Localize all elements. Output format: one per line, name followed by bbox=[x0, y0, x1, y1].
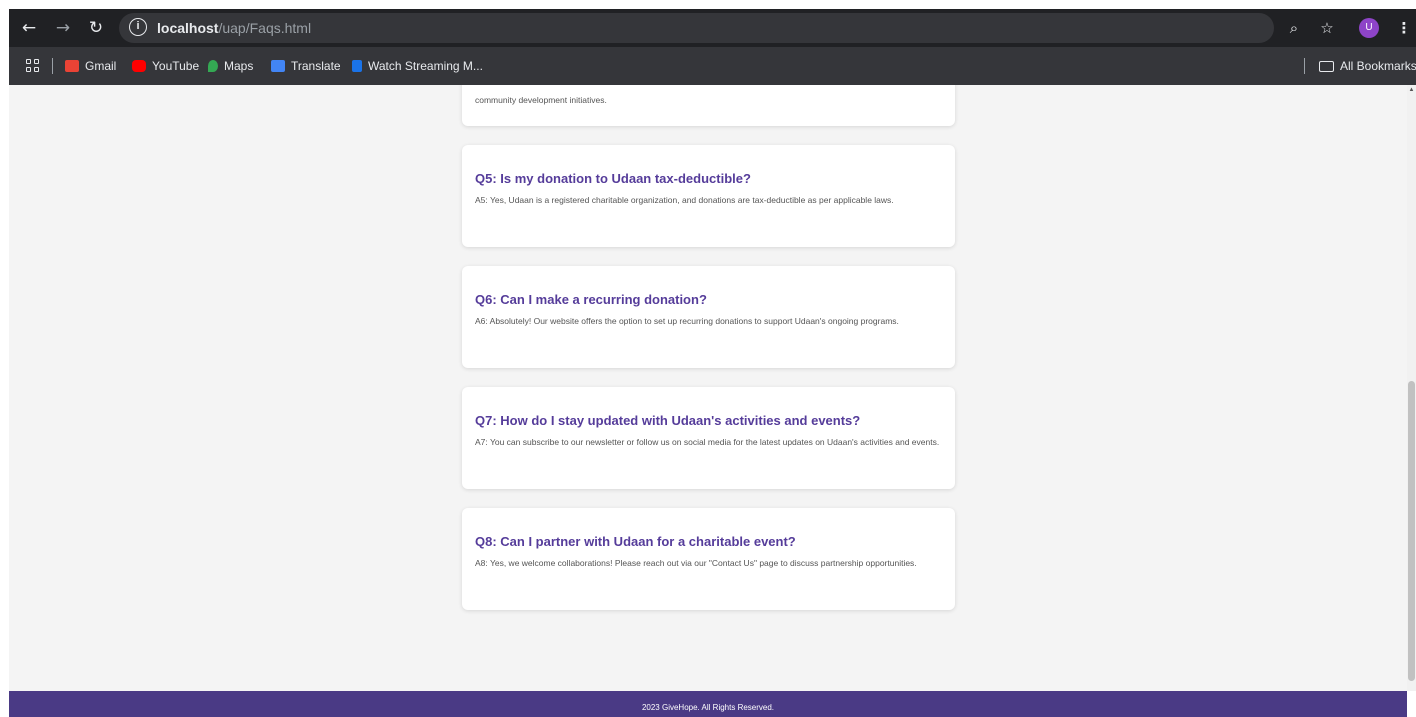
folder-icon bbox=[1319, 60, 1334, 72]
site-footer: 2023 GiveHope. All Rights Reserved. bbox=[9, 691, 1407, 717]
browser-chrome: ← → ↻ i localhost/uap/Faqs.html ⌕ ☆ U ⋮ … bbox=[9, 9, 1416, 85]
maps-pin-icon bbox=[208, 60, 218, 72]
streaming-site-icon bbox=[352, 60, 362, 72]
faq-card-partial: community development initiatives. bbox=[462, 85, 955, 126]
scrollbar-thumb[interactable] bbox=[1408, 381, 1415, 681]
youtube-icon bbox=[132, 60, 146, 72]
bookmarks-separator bbox=[1304, 58, 1305, 74]
url-path: /uap/Faqs.html bbox=[218, 20, 312, 36]
bookmarks-bar: Gmail YouTube Maps Translate Watch Strea… bbox=[9, 47, 1416, 85]
bookmark-label: Maps bbox=[224, 59, 254, 73]
faq-answer: A7: You can subscribe to our newsletter … bbox=[475, 437, 940, 447]
faq-card-q5: Q5: Is my donation to Udaan tax-deductib… bbox=[462, 145, 955, 247]
bookmark-label: Translate bbox=[291, 59, 341, 73]
gmail-icon bbox=[65, 60, 79, 72]
faq-question: Q7: How do I stay updated with Udaan's a… bbox=[475, 413, 861, 428]
bookmark-label: Watch Streaming M... bbox=[368, 59, 483, 73]
reload-icon[interactable]: ↻ bbox=[86, 18, 106, 38]
faq-question: Q8: Can I partner with Udaan for a chari… bbox=[475, 534, 796, 549]
bookmarks-separator bbox=[52, 58, 53, 74]
page-scrollbar[interactable]: ▲ bbox=[1407, 85, 1416, 691]
url-text[interactable]: localhost/uap/Faqs.html bbox=[157, 20, 311, 36]
faq-answer: community development initiatives. bbox=[475, 95, 607, 105]
all-bookmarks-button[interactable]: All Bookmarks bbox=[1319, 59, 1416, 73]
faq-card-q6: Q6: Can I make a recurring donation? A6:… bbox=[462, 266, 955, 368]
page-frame: ← → ↻ i localhost/uap/Faqs.html ⌕ ☆ U ⋮ … bbox=[0, 0, 1416, 717]
browser-toolbar: ← → ↻ i localhost/uap/Faqs.html ⌕ ☆ U ⋮ bbox=[9, 9, 1416, 47]
faq-answer: A8: Yes, we welcome collaborations! Plea… bbox=[475, 558, 917, 568]
faq-answer: A5: Yes, Udaan is a registered charitabl… bbox=[475, 195, 894, 205]
bookmark-label: YouTube bbox=[152, 59, 200, 73]
faq-question: Q5: Is my donation to Udaan tax-deductib… bbox=[475, 171, 751, 186]
translate-icon bbox=[271, 60, 285, 72]
menu-kebab-icon[interactable]: ⋮ bbox=[1394, 18, 1414, 38]
site-info-icon[interactable]: i bbox=[129, 18, 147, 36]
profile-avatar[interactable]: U bbox=[1359, 18, 1379, 38]
bookmark-label: Gmail bbox=[85, 59, 117, 73]
faq-card-q7: Q7: How do I stay updated with Udaan's a… bbox=[462, 387, 955, 489]
bookmark-youtube[interactable]: YouTube bbox=[132, 59, 199, 73]
faq-page-content: community development initiatives. Q5: I… bbox=[9, 85, 1407, 691]
bookmark-maps[interactable]: Maps bbox=[208, 59, 253, 73]
back-icon[interactable]: ← bbox=[19, 18, 39, 38]
bookmark-translate[interactable]: Translate bbox=[271, 59, 341, 73]
faq-question: Q6: Can I make a recurring donation? bbox=[475, 292, 707, 307]
faq-card-q8: Q8: Can I partner with Udaan for a chari… bbox=[462, 508, 955, 610]
faq-answer: A6: Absolutely! Our website offers the o… bbox=[475, 316, 899, 326]
star-icon[interactable]: ☆ bbox=[1317, 18, 1337, 38]
all-bookmarks-label: All Bookmarks bbox=[1340, 59, 1416, 73]
apps-grid-icon[interactable] bbox=[26, 59, 40, 73]
scroll-up-icon[interactable]: ▲ bbox=[1408, 87, 1415, 93]
zoom-icon[interactable]: ⌕ bbox=[1284, 18, 1304, 38]
address-bar[interactable]: i localhost/uap/Faqs.html bbox=[119, 13, 1274, 43]
bookmark-watch-streaming[interactable]: Watch Streaming M... bbox=[352, 59, 483, 73]
forward-icon[interactable]: → bbox=[53, 18, 73, 38]
footer-copyright: 2023 GiveHope. All Rights Reserved. bbox=[641, 703, 775, 712]
bookmark-gmail[interactable]: Gmail bbox=[65, 59, 116, 73]
url-host: localhost bbox=[157, 20, 219, 36]
